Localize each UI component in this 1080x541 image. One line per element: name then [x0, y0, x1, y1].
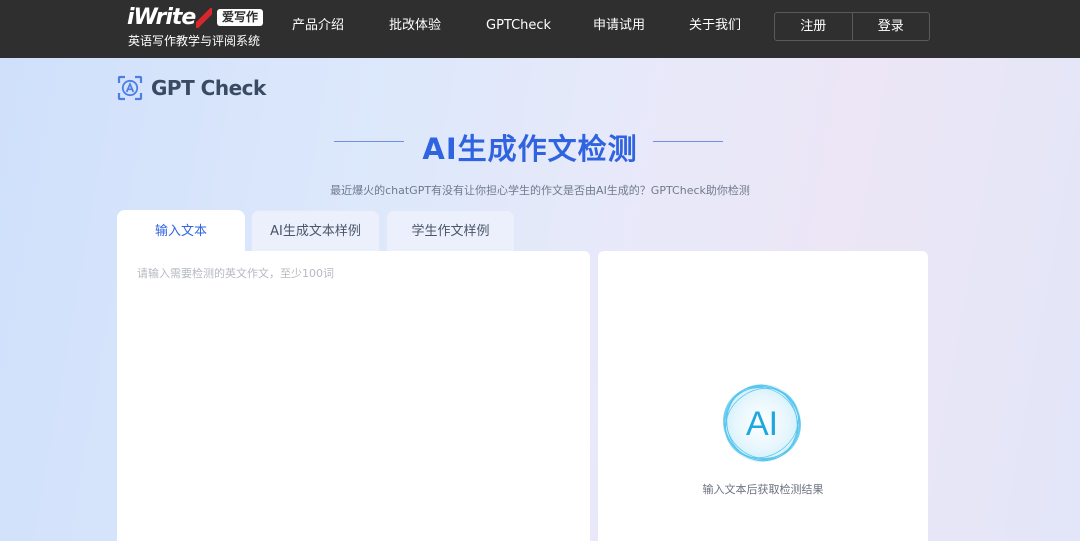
gpt-check-brand: GPT Check [116, 74, 266, 102]
hero-left-divider [334, 141, 404, 142]
login-button[interactable]: 登录 [851, 13, 930, 40]
ai-orb-label: AI [746, 405, 778, 443]
nav-item-correction-trial[interactable]: 批改体验 [389, 17, 441, 35]
iwrite-logo[interactable]: iWrite 爱写作 英语写作教学与评阅系统 [127, 4, 287, 52]
logo-subtitle: 英语写作教学与评阅系统 [128, 34, 261, 48]
logo-slash-icon [196, 8, 213, 28]
nav-item-product-intro[interactable]: 产品介绍 [292, 17, 344, 35]
gpt-check-title: GPT Check [151, 76, 266, 100]
page-subtitle: 最近爆火的chatGPT有没有让你担心学生的作文是否由AI生成的？GPTChec… [330, 184, 750, 197]
nav-item-apply-trial[interactable]: 申请试用 [593, 17, 645, 35]
page-title: AI生成作文检测 [422, 132, 638, 166]
hero-right-divider [653, 141, 723, 142]
tab-input-text[interactable]: 输入文本 [117, 210, 245, 252]
nav-item-gptcheck[interactable]: GPTCheck [486, 17, 551, 35]
essay-input-panel [117, 251, 590, 541]
register-button[interactable]: 注册 [775, 13, 852, 40]
nav-item-about-us[interactable]: 关于我们 [689, 17, 741, 35]
auth-button-group: 注册 登录 [774, 12, 930, 41]
logo-wordmark: iWrite [127, 5, 196, 30]
result-panel: AI 输入文本后获取检测结果 [598, 251, 928, 541]
top-nav-bar: iWrite 爱写作 英语写作教学与评阅系统 产品介绍 批改体验 GPTChec… [0, 0, 1080, 58]
tab-student-sample[interactable]: 学生作文样例 [386, 210, 515, 252]
ai-scan-icon [117, 75, 143, 101]
tab-ai-sample[interactable]: AI生成文本样例 [251, 210, 380, 252]
logo-mark: iWrite [127, 5, 213, 30]
essay-input[interactable] [117, 251, 590, 541]
ai-orb-icon: AI [723, 384, 801, 462]
result-hint: 输入文本后获取检测结果 [702, 483, 824, 496]
logo-badge: 爱写作 [217, 9, 264, 26]
